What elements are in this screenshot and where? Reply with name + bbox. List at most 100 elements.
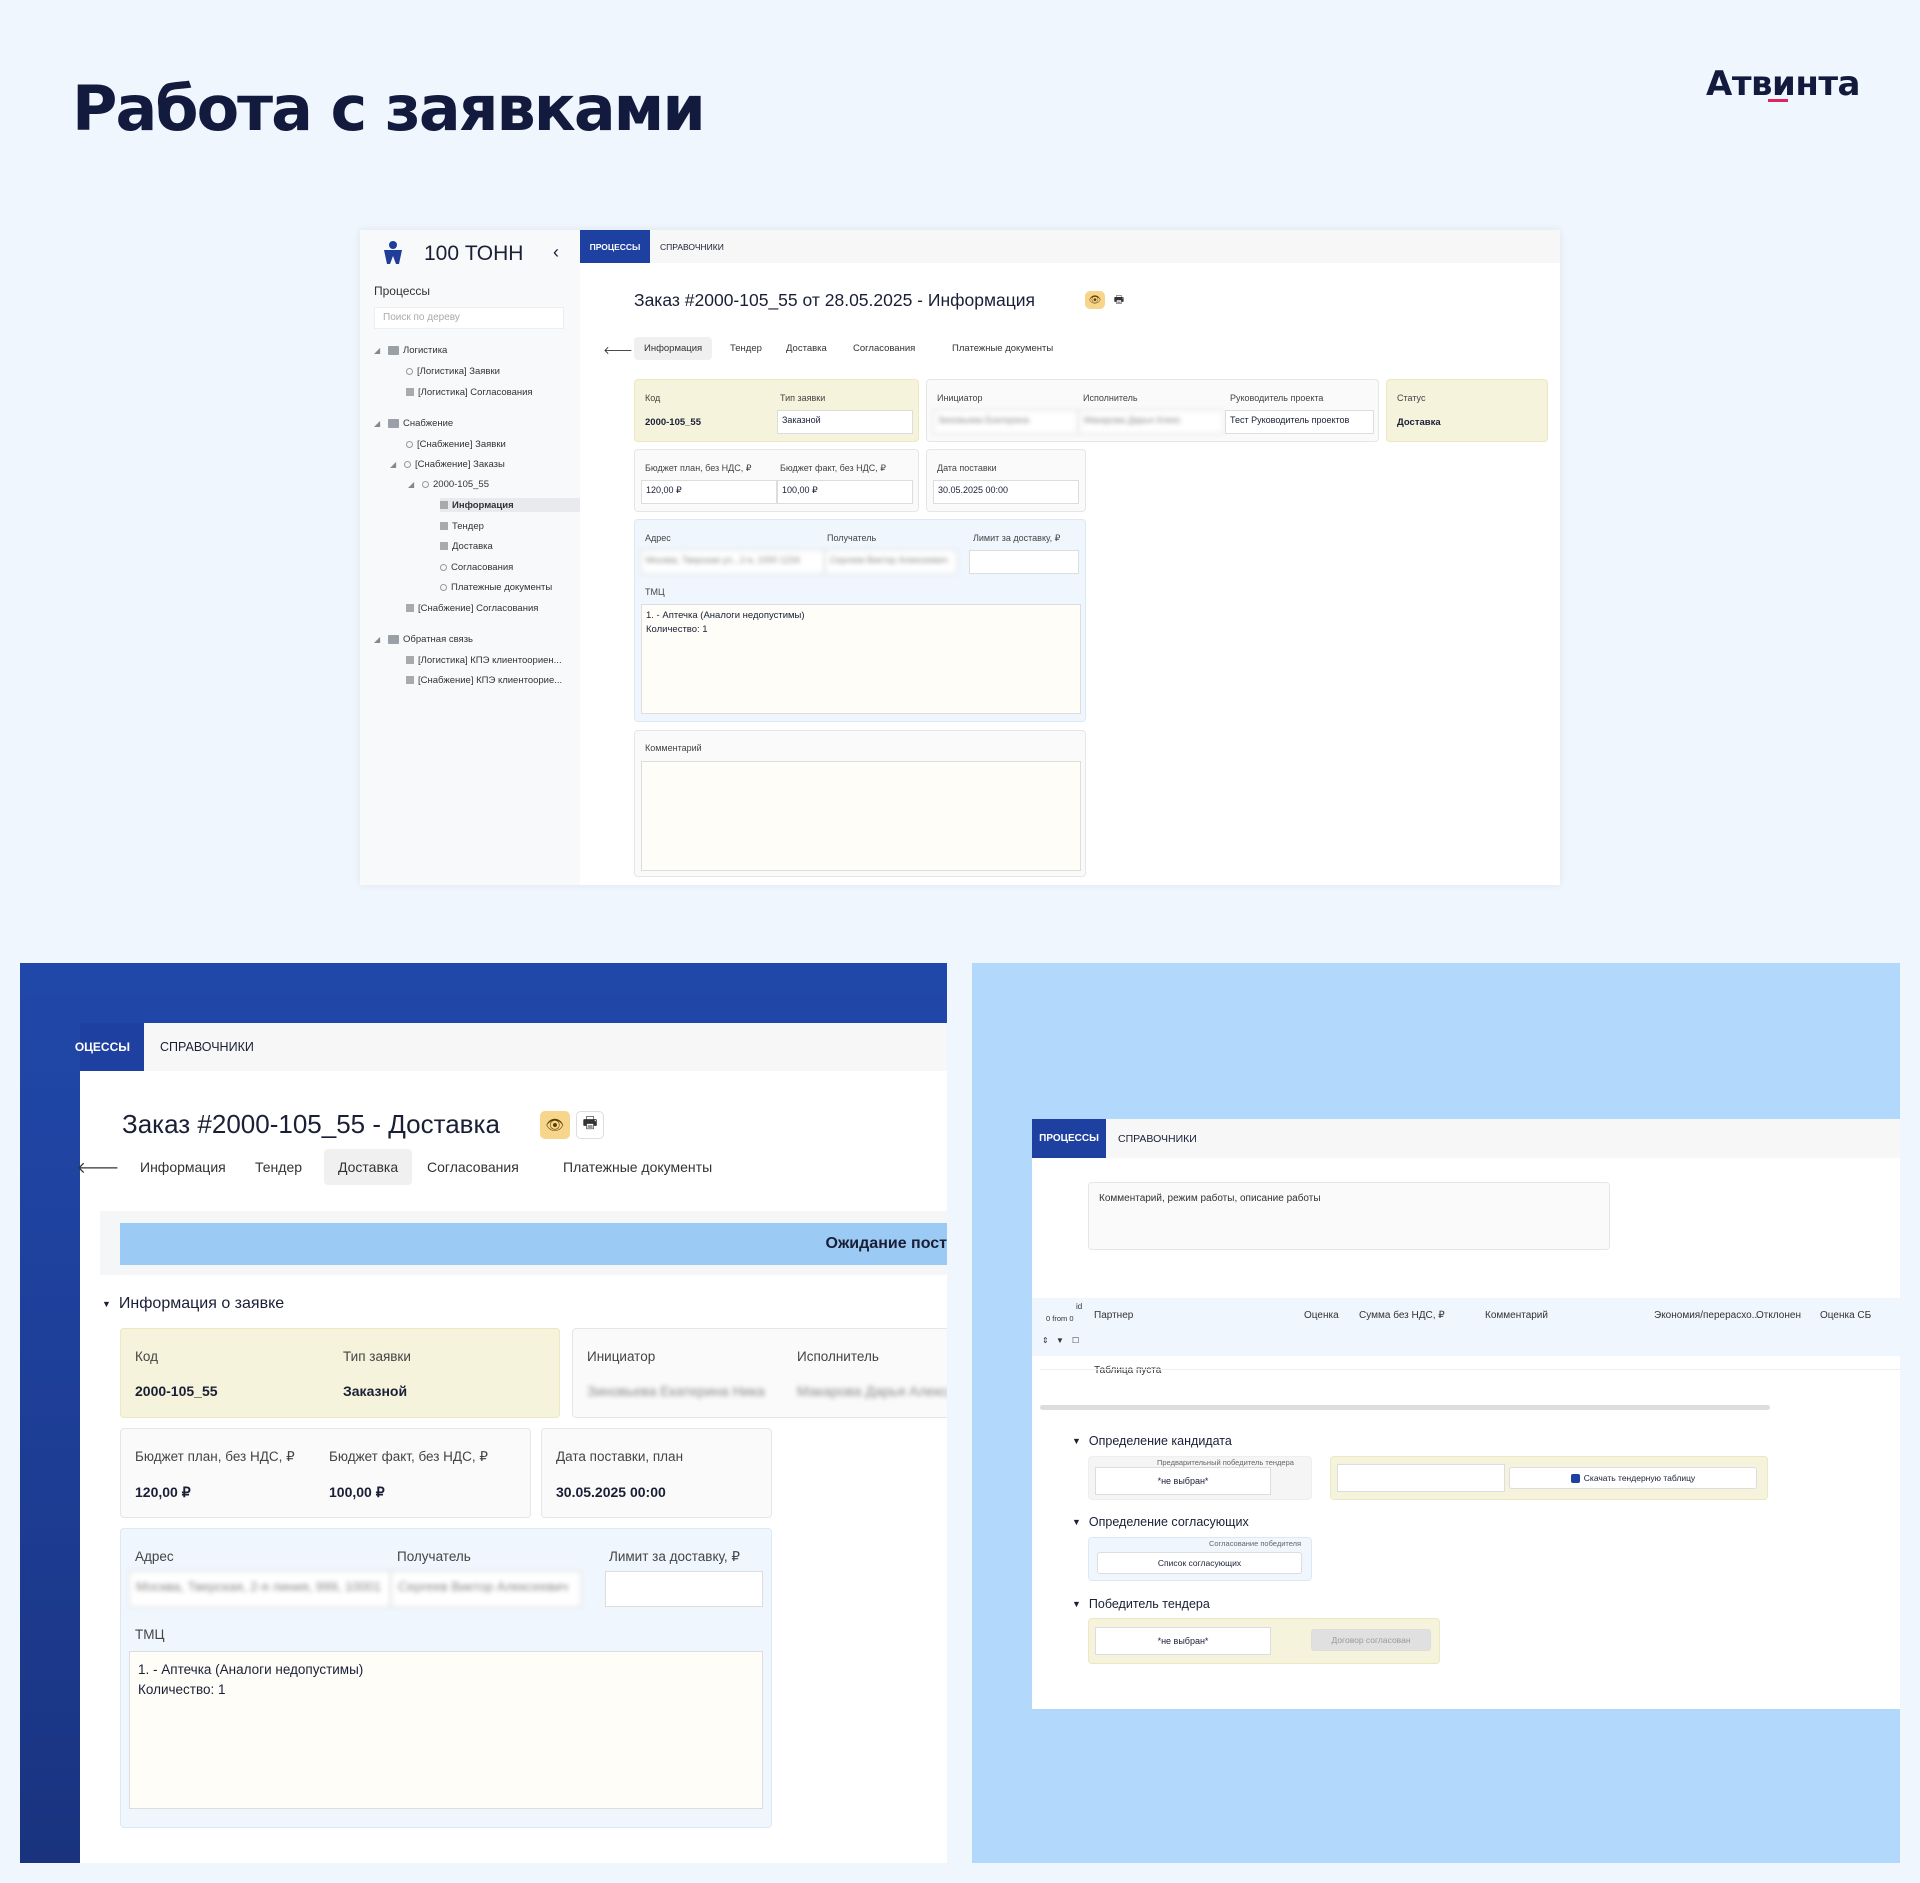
pm-field[interactable]: Тест Руководитель проектов [1225, 410, 1374, 434]
delivery-date-field[interactable]: 30.05.2025 00:00 [933, 480, 1079, 504]
contract-approved-button[interactable]: Договор согласован [1311, 1629, 1431, 1651]
download-tender-table-button[interactable]: Скачать тендерную таблицу [1509, 1467, 1757, 1489]
budget-fact-field[interactable]: 100,00 ₽ [777, 480, 913, 504]
tree-item-payment-docs[interactable]: Платежные документы [440, 580, 552, 594]
collapse-triangle-icon[interactable]: ▼ [102, 1299, 111, 1309]
col-sb-rating[interactable]: Оценка СБ [1820, 1310, 1871, 1321]
tmc-textarea[interactable]: 1. - Аптечка (Аналоги недопустимы) Колич… [641, 604, 1081, 714]
tree-item-supply-kpi[interactable]: [Снабжение] КПЭ клиентоорие... [406, 673, 562, 687]
col-sum[interactable]: Сумма без НДС, ₽ [1359, 1310, 1445, 1321]
section-order-info[interactable]: ▼ Информация о заявке [102, 1295, 284, 1313]
tmc-textarea[interactable]: 1. - Аптечка (Аналоги недопустимы) Колич… [129, 1651, 763, 1809]
section-approvers[interactable]: ▼ Определение согласующих [1072, 1515, 1249, 1529]
tree-item-tender[interactable]: Тендер [440, 519, 484, 533]
comment-textarea[interactable] [641, 761, 1081, 871]
eye-icon[interactable]: 👁 [1085, 291, 1105, 309]
tree-item-supply-approvals[interactable]: [Снабжение] Согласования [406, 601, 538, 615]
col-partner[interactable]: Партнер [1094, 1310, 1133, 1321]
collapse-triangle-icon[interactable]: ▼ [1072, 1517, 1081, 1527]
tab-tender[interactable]: Тендер [241, 1149, 316, 1185]
address-field[interactable]: Москва, Тверская, 2-я линия, 999, 10001 [129, 1571, 391, 1607]
tab-payment-docs[interactable]: Платежные документы [549, 1149, 726, 1185]
expand-icon[interactable]: ◢ [408, 480, 418, 489]
collapse-triangle-icon[interactable]: ▼ [1072, 1436, 1081, 1446]
section-candidate[interactable]: ▼ Определение кандидата [1072, 1434, 1232, 1448]
tree-item-logistics-requests[interactable]: [Логистика] Заявки [406, 364, 500, 378]
table-scrollbar[interactable] [1040, 1405, 1770, 1410]
limit-field[interactable] [969, 550, 1079, 574]
print-icon[interactable]: 🖶 [576, 1111, 604, 1139]
back-arrow-icon[interactable]: 🡐 [603, 342, 633, 358]
tmc-label: ТМЦ [645, 587, 665, 597]
expand-icon[interactable]: ◢ [374, 635, 384, 644]
tree-item-feedback[interactable]: ◢ Обратная связь [374, 632, 473, 646]
eye-icon[interactable]: 👁 [540, 1111, 570, 1139]
delivery-date-card: Дата поставки, план 30.05.2025 00:00 [541, 1428, 772, 1518]
executor-field[interactable]: Макарова Дарья Алекс [1079, 410, 1224, 434]
tree-item-supply-orders[interactable]: ◢ [Снабжение] Заказы [390, 457, 505, 471]
tree-item-approvals[interactable]: Согласования [440, 560, 513, 574]
budget-plan-value: 120,00 ₽ [135, 1484, 191, 1500]
tree-item-supply[interactable]: ◢ Снабжение [374, 416, 453, 430]
tree-search-input[interactable]: Поиск по дереву [374, 307, 564, 329]
limit-field[interactable] [605, 1571, 763, 1607]
tab-approvals[interactable]: Согласования [413, 1149, 533, 1185]
executor-value: Макарова Дарья Алексан [797, 1383, 947, 1399]
budget-plan-field[interactable]: 120,00 ₽ [641, 480, 777, 504]
sort-icon[interactable]: ⇕ [1042, 1336, 1049, 1345]
approvers-list-button[interactable]: Список согласующих [1097, 1552, 1302, 1574]
code-label: Код [135, 1349, 158, 1364]
col-rejected[interactable]: Отклонен [1756, 1310, 1801, 1321]
tree-item-order[interactable]: ◢ 2000-105_55 [408, 477, 489, 491]
tree-item-supply-requests[interactable]: [Снабжение] Заявки [406, 437, 506, 451]
receiver-field[interactable]: Сергеев Виктор Алексеевич [825, 550, 957, 574]
status-label: Статус [1397, 393, 1426, 403]
tree-item-logistics-approvals[interactable]: [Логистика] Согласования [406, 385, 533, 399]
tree-item-logistics[interactable]: ◢ Логистика [374, 343, 447, 357]
brand-logo-accent [1768, 99, 1788, 102]
expand-icon[interactable]: ◢ [374, 419, 384, 428]
tab-tender[interactable]: Тендер [720, 337, 772, 360]
tab-delivery[interactable]: Доставка [776, 337, 837, 360]
preliminary-winner-select[interactable]: *не выбран* [1095, 1467, 1271, 1495]
code-label: Код [645, 393, 661, 403]
receiver-field[interactable]: Сергеев Виктор Алексеевич [391, 1571, 581, 1607]
tree-item-information[interactable]: Информация [440, 498, 580, 512]
filter-icon[interactable]: ▼ [1056, 1336, 1064, 1345]
tab-references[interactable]: СПРАВОЧНИКИ [160, 1023, 254, 1071]
tab-references[interactable]: СПРАВОЧНИКИ [660, 230, 724, 263]
tab-references[interactable]: СПРАВОЧНИКИ [1118, 1119, 1197, 1158]
process-icon [406, 440, 413, 448]
status-value: Доставка [1397, 417, 1441, 428]
section-winner[interactable]: ▼ Победитель тендера [1072, 1597, 1210, 1611]
select-all-checkbox[interactable]: ☐ [1072, 1336, 1079, 1345]
col-savings[interactable]: Экономия/перерасхо... [1654, 1310, 1760, 1321]
print-icon[interactable]: 🖶 [1110, 291, 1128, 309]
expand-icon[interactable]: ◢ [374, 346, 384, 355]
col-comment[interactable]: Комментарий [1485, 1310, 1548, 1321]
section-approvers-title: Определение согласующих [1088, 1515, 1249, 1529]
tab-processes[interactable]: ОЦЕССЫ [75, 1023, 144, 1071]
budget-plan-label: Бюджет план, без НДС, ₽ [645, 463, 752, 473]
col-rating[interactable]: Оценка [1304, 1310, 1339, 1321]
tab-processes[interactable]: ПРОЦЕССЫ [580, 230, 650, 263]
winner-select[interactable]: *не выбран* [1095, 1627, 1271, 1655]
expand-icon[interactable]: ◢ [390, 460, 400, 469]
tree-item-logistics-kpi[interactable]: [Логистика] КПЭ клиентоориен... [406, 653, 562, 667]
initiator-field[interactable]: Зиновьева Екатерина [933, 410, 1078, 434]
collapse-sidebar-icon[interactable]: ‹ [553, 242, 559, 263]
tab-payment-docs[interactable]: Платежные документы [942, 337, 1063, 360]
collapse-triangle-icon[interactable]: ▼ [1072, 1599, 1081, 1609]
type-field[interactable]: Заказной [777, 410, 913, 434]
tab-information[interactable]: Информация [126, 1149, 240, 1185]
tab-delivery[interactable]: Доставка [324, 1149, 413, 1185]
tab-processes[interactable]: ПРОЦЕССЫ [1032, 1119, 1106, 1158]
tab-information[interactable]: Информация [634, 337, 713, 360]
tab-approvals[interactable]: Согласования [843, 337, 925, 360]
screenshot-order-information: 100 ТОНН ‹ Процессы Поиск по дереву ◢ Лог… [360, 230, 1560, 885]
tender-table-field[interactable] [1337, 1464, 1505, 1492]
comment-box[interactable]: Комментарий, режим работы, описание рабо… [1088, 1182, 1610, 1250]
back-arrow-icon[interactable]: 🡐 [77, 1153, 120, 1181]
address-field[interactable]: Москва, Тверская ул., 2-я, 1000 1234 [641, 550, 825, 574]
tree-item-delivery[interactable]: Доставка [440, 539, 493, 553]
